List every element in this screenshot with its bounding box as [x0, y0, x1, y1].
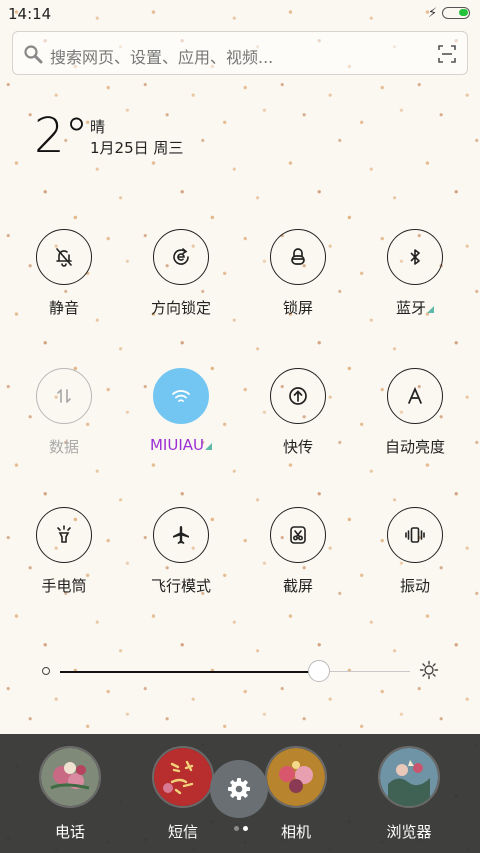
- toggle-mobile-data[interactable]: 数据: [14, 368, 114, 457]
- brightness-thumb[interactable]: [308, 660, 330, 682]
- toggle-rotation-lock-label: 方向锁定: [150, 299, 211, 317]
- toggle-rotation-lock-circle[interactable]: [153, 229, 209, 285]
- toggle-quick-transfer-circle[interactable]: [270, 368, 326, 424]
- toggle-mobile-data-circle[interactable]: [36, 368, 92, 424]
- toggle-quick-transfer[interactable]: 快传: [248, 368, 348, 457]
- toggle-mute[interactable]: 静音: [14, 229, 114, 318]
- vibrate-icon: [405, 527, 425, 543]
- toggle-lock-screen-circle[interactable]: [270, 229, 326, 285]
- dock-label-browser: 浏览器: [386, 823, 432, 841]
- status-bar: 14:14 ⚡: [0, 0, 480, 28]
- toggle-lock-screen[interactable]: 锁屏: [248, 229, 348, 318]
- search-icon: [23, 44, 43, 68]
- flashlight-icon: [57, 525, 71, 543]
- dock-label-phone: 电话: [54, 823, 85, 841]
- dock-app-phone[interactable]: 电话: [15, 746, 125, 842]
- rotation-lock-icon: [173, 248, 189, 265]
- toggle-vibrate-label: 振动: [399, 577, 430, 595]
- page-indicator: [232, 826, 252, 832]
- toggle-lock-screen-label: 锁屏: [282, 299, 313, 317]
- charging-icon: ⚡: [428, 6, 438, 21]
- brightness-slider[interactable]: [60, 660, 410, 682]
- page-dot: [234, 826, 239, 831]
- toggle-rotation-lock[interactable]: 方向锁定: [131, 229, 231, 318]
- camera-app-icon[interactable]: [265, 746, 327, 808]
- toggle-wifi[interactable]: MIUIAU: [131, 368, 231, 454]
- dock-label-messages: 短信: [167, 823, 198, 841]
- toggle-screenshot-circle[interactable]: [270, 507, 326, 563]
- toggle-auto-brightness[interactable]: 自动亮度: [365, 368, 465, 457]
- toggle-bluetooth-circle[interactable]: [387, 229, 443, 285]
- toggle-screenshot-label: 截屏: [282, 577, 313, 595]
- battery-icon: [442, 7, 470, 19]
- status-time: 14:14: [8, 5, 52, 23]
- toggle-wifi-label: MIUIAU: [131, 436, 231, 454]
- toggle-mute-circle[interactable]: [36, 229, 92, 285]
- toggle-airplane-mode-circle[interactable]: [153, 507, 209, 563]
- phone-app-icon[interactable]: [39, 746, 101, 808]
- page-dot: [243, 826, 248, 831]
- more-corner-icon: [427, 306, 434, 313]
- dock-label-camera: 相机: [280, 823, 311, 841]
- toggle-airplane-mode[interactable]: 飞行模式: [131, 507, 231, 596]
- more-corner-icon: [205, 443, 212, 450]
- brightness-min-icon: [42, 667, 50, 675]
- toggle-airplane-mode-label: 飞行模式: [150, 577, 211, 595]
- brightness-max-icon: [419, 660, 439, 684]
- toggle-vibrate-circle[interactable]: [387, 507, 443, 563]
- toggle-vibrate[interactable]: 振动: [365, 507, 465, 596]
- toggle-bluetooth[interactable]: 蓝牙: [365, 229, 465, 318]
- lock-icon: [291, 248, 305, 265]
- toggle-flashlight-label: 手电筒: [41, 577, 87, 595]
- search-bar[interactable]: 搜索网页、设置、应用、视频...: [12, 31, 468, 75]
- bell-off-icon: [56, 248, 72, 267]
- weather-date: 1月25日 周三: [90, 139, 184, 157]
- dock-app-browser[interactable]: 浏览器: [354, 746, 464, 842]
- search-placeholder: 搜索网页、设置、应用、视频...: [50, 48, 274, 67]
- gear-icon: [228, 778, 250, 800]
- toggle-wifi-circle[interactable]: [153, 368, 209, 424]
- weather-condition: 晴: [90, 118, 106, 136]
- screenshot-icon: [290, 526, 306, 544]
- browser-app-icon[interactable]: [378, 746, 440, 808]
- toggle-mute-label: 静音: [48, 299, 79, 317]
- toggle-quick-transfer-label: 快传: [282, 438, 313, 456]
- toggle-flashlight[interactable]: 手电筒: [14, 507, 114, 596]
- auto-brightness-icon: [408, 386, 422, 404]
- messages-app-icon[interactable]: [152, 746, 214, 808]
- data-arrows-icon: [57, 389, 71, 403]
- toggle-bluetooth-label: 蓝牙: [365, 297, 465, 318]
- wifi-icon: [172, 390, 190, 402]
- weather-temperature[interactable]: 2°: [34, 108, 89, 164]
- scan-icon[interactable]: [437, 44, 457, 68]
- toggle-auto-brightness-label: 自动亮度: [384, 438, 445, 456]
- toggle-screenshot[interactable]: 截屏: [248, 507, 348, 596]
- airplane-icon: [173, 526, 189, 544]
- toggle-auto-brightness-circle[interactable]: [387, 368, 443, 424]
- brightness-fill: [60, 670, 319, 673]
- settings-button[interactable]: [210, 760, 268, 818]
- toggle-flashlight-circle[interactable]: [36, 507, 92, 563]
- toggle-mobile-data-label: 数据: [48, 438, 79, 456]
- transfer-icon: [289, 387, 307, 405]
- bluetooth-icon: [410, 249, 420, 265]
